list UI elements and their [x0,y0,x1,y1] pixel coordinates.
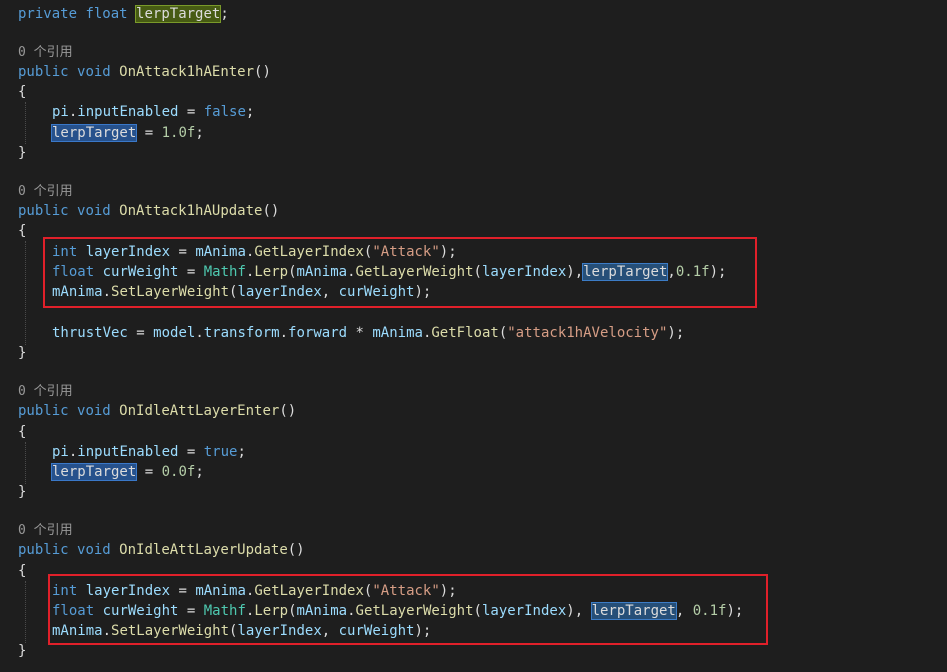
number-literal: 0.0f [161,464,196,480]
semicolon: ; [245,104,255,120]
keyword-bool: false [203,104,246,120]
identifier: pi [52,104,69,120]
identifier: transform [203,325,280,341]
close-brace: } [18,145,27,161]
semicolon: ; [220,6,229,22]
code-line[interactable]: lerpTarget = 0.0f; [50,462,204,482]
keyword-public: public [18,542,69,558]
keyword-void: void [77,64,111,80]
method-signature[interactable]: public void OnAttack1hAUpdate() [18,201,279,221]
params: () [287,542,305,558]
semicolon: ; [195,125,204,141]
identifier: inputEnabled [77,104,179,120]
keyword-private: private [18,6,78,22]
paren-semicolon: ); [667,325,685,341]
operator: = [178,104,204,120]
method-signature[interactable]: public void OnIdleAttLayerUpdate() [18,540,305,560]
identifier: mAnima [372,325,423,341]
identifier: inputEnabled [77,444,179,460]
semicolon: ; [195,464,204,480]
params: () [254,64,271,80]
identifier: forward [288,325,348,341]
method-name: OnIdleAttLayerEnter [119,403,280,419]
indent-guide [25,102,26,144]
codelens-references[interactable]: 0 个引用 [18,382,73,402]
close-brace: } [18,643,27,659]
highlighted-reference[interactable]: lerpTarget [50,124,138,142]
params: () [262,203,280,219]
operator: = [136,125,162,141]
keyword-float: float [85,6,128,22]
code-line-field[interactable]: private float lerpTarget; [18,4,229,24]
identifier: pi [52,444,69,460]
open-brace: { [18,223,27,239]
identifier: model [153,325,196,341]
dot: . [195,325,204,341]
method-call: GetFloat [431,325,499,341]
highlighted-field-name[interactable]: lerpTarget [135,5,222,23]
paren: ( [498,325,508,341]
method-name: OnAttack1hAEnter [119,64,255,80]
code-line[interactable]: thrustVec = model.transform.forward * mA… [52,323,684,343]
open-brace: { [18,563,27,579]
method-signature[interactable]: public void OnAttack1hAEnter() [18,62,271,82]
open-brace: { [18,424,27,440]
method-name: OnIdleAttLayerUpdate [119,542,288,558]
keyword-void: void [77,542,111,558]
indent-guide [25,581,26,643]
open-brace: { [18,84,27,100]
operator: = [178,444,204,460]
semicolon: ; [237,444,246,460]
indent-guide [25,241,26,345]
operator: * [347,325,373,341]
annotation-box [48,574,768,645]
params: () [279,403,297,419]
code-line[interactable]: pi.inputEnabled = false; [52,102,254,122]
codelens-references[interactable]: 0 个引用 [18,43,73,63]
method-signature[interactable]: public void OnIdleAttLayerEnter() [18,401,296,421]
annotation-box [43,237,757,308]
codelens-references[interactable]: 0 个引用 [18,521,73,541]
operator: = [136,464,162,480]
close-brace: } [18,484,27,500]
code-line[interactable]: lerpTarget = 1.0f; [50,123,204,143]
identifier: thrustVec [52,325,128,341]
highlighted-reference[interactable]: lerpTarget [50,463,138,481]
dot: . [279,325,289,341]
keyword-void: void [77,203,111,219]
close-brace: } [18,345,27,361]
keyword-bool: true [203,444,238,460]
indent-guide [25,442,26,484]
keyword-void: void [77,403,111,419]
string-literal: "attack1hAVelocity" [507,325,668,341]
keyword-public: public [18,64,69,80]
method-name: OnAttack1hAUpdate [119,203,263,219]
codelens-references[interactable]: 0 个引用 [18,182,73,202]
code-editor[interactable]: private float lerpTarget; 0 个引用 public v… [0,0,947,672]
operator: = [127,325,154,341]
keyword-public: public [18,403,69,419]
number-literal: 1.0f [161,125,196,141]
code-line[interactable]: pi.inputEnabled = true; [52,442,246,462]
keyword-public: public [18,203,69,219]
